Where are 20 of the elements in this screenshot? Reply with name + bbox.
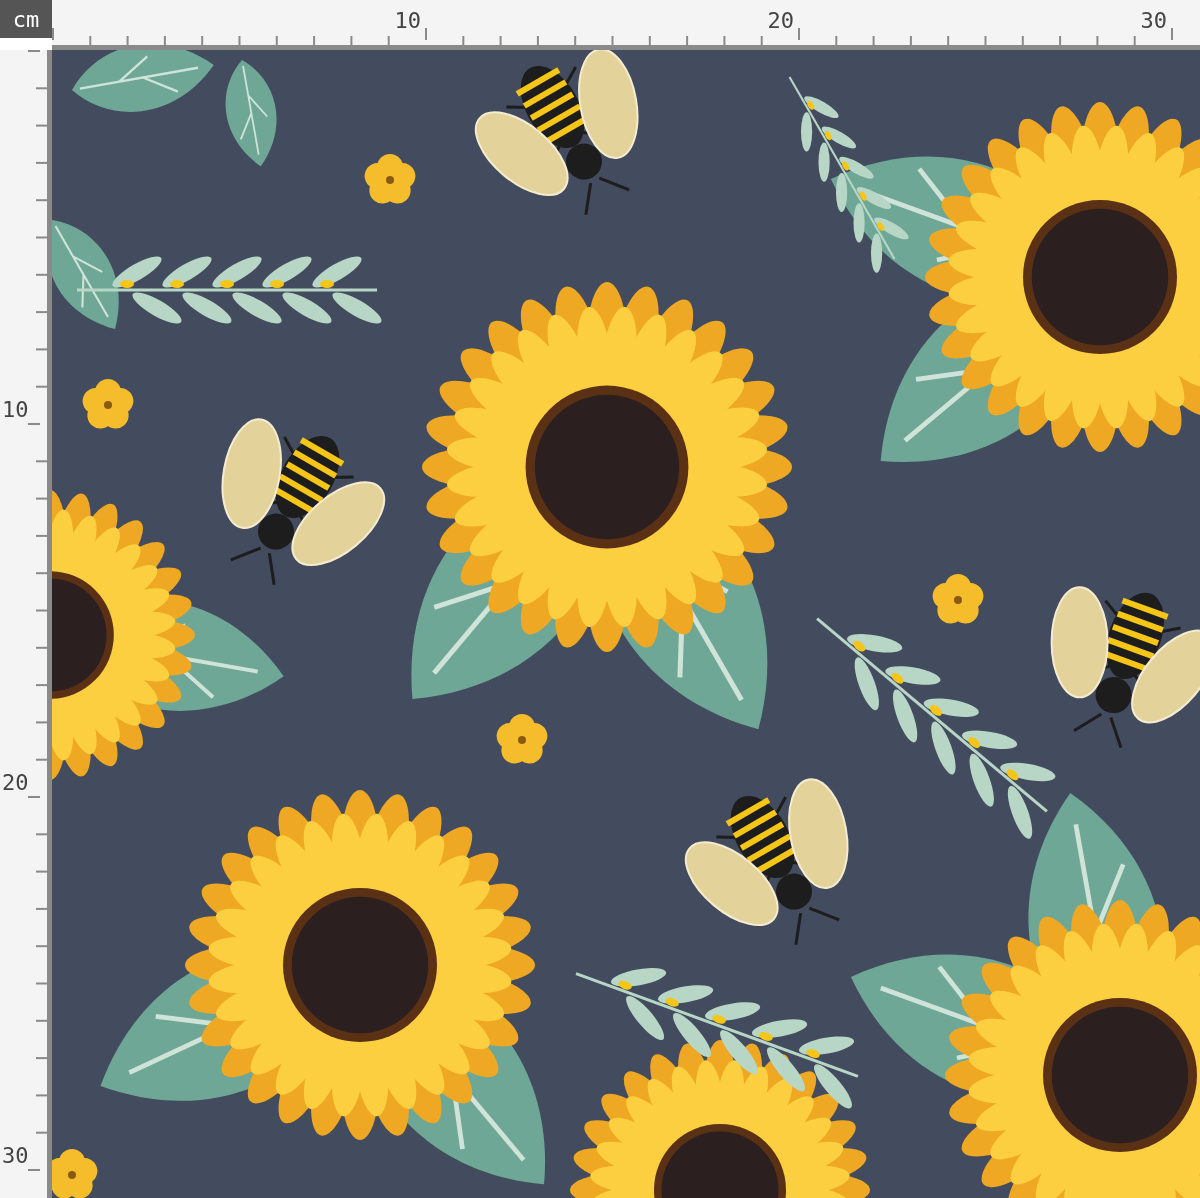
ruler-label: 10: [2, 396, 29, 424]
flower-drawing: [364, 154, 416, 204]
ruler-label: 20: [2, 769, 29, 797]
ruler-label: 10: [393, 7, 421, 35]
ruler-tick: [28, 50, 40, 52]
unit-label: cm: [0, 0, 52, 38]
ruler-tick: [798, 28, 800, 40]
flower-drawing: [82, 379, 134, 429]
flower-drawing: [52, 1149, 98, 1198]
ruler-label: 30: [1139, 7, 1167, 35]
ruler-tick: [28, 423, 40, 425]
ruler-tick: [425, 28, 427, 40]
ruler-tick: [28, 1169, 40, 1171]
ruler-label: 20: [766, 7, 794, 35]
ruler-tick: [52, 28, 54, 40]
ruler-tick: [28, 796, 40, 798]
ruler-tick: [1171, 28, 1173, 40]
ruler-label: 30: [2, 1142, 29, 1170]
flower-drawing: [496, 714, 548, 764]
flower-drawing: [932, 574, 984, 624]
